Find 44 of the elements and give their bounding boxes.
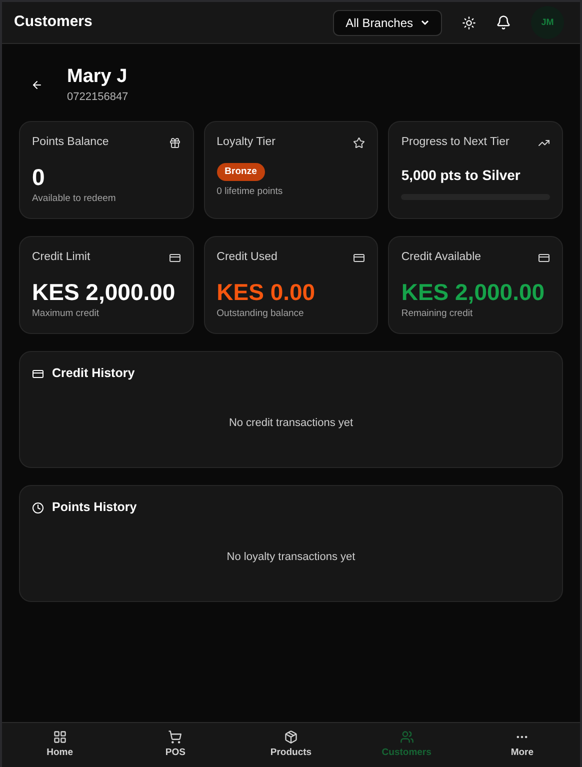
package-icon [284, 730, 298, 744]
clock-icon [32, 502, 44, 514]
stat-label: Progress to Next Tier [401, 135, 510, 150]
stat-note: Outstanding balance [216, 307, 305, 321]
empty-message: No loyalty transactions yet [226, 550, 356, 565]
chevron-down-icon [421, 20, 429, 26]
stat-label: Loyalty Tier [216, 135, 276, 150]
stat-note: Available to redeem [32, 192, 117, 206]
stat-label: Credit Available [401, 250, 482, 266]
grid-icon [52, 730, 67, 744]
branch-select[interactable]: All Branches [332, 10, 442, 36]
stat-value: KES 2,000.00 [32, 278, 176, 307]
stat-label: Credit Used [216, 250, 278, 266]
credit-card-icon [353, 252, 366, 264]
stat-note: 0 lifetime points [216, 185, 283, 199]
customer-phone: 0722156847 [67, 90, 128, 105]
section-title: Credit History [52, 365, 135, 382]
tier-badge: Bronze [216, 162, 265, 181]
nav-tab[interactable]: Products [233, 723, 349, 767]
star-icon [353, 136, 366, 149]
stat-value: KES 0.00 [216, 278, 316, 307]
stat-note: Remaining credit [401, 307, 474, 321]
nav-tab[interactable]: More [464, 723, 580, 767]
stat-value: 0 [32, 163, 46, 192]
credit-card-icon [168, 252, 181, 264]
stat-value: 5,000 pts to Silver [401, 166, 522, 186]
page-title: Customers [14, 12, 92, 32]
stat-note: Maximum credit [32, 307, 100, 321]
empty-message: No credit transactions yet [228, 416, 354, 431]
customer-name: Mary J [67, 65, 128, 89]
notifications-icon[interactable] [496, 15, 511, 30]
users-icon [400, 730, 414, 744]
nav-tab[interactable]: Home [2, 723, 118, 767]
stat-label: Points Balance [32, 135, 109, 150]
stat-value: KES 2,000.00 [401, 278, 546, 307]
gift-icon [168, 136, 181, 149]
credit-card-icon [32, 368, 44, 380]
section-title: Points History [52, 499, 137, 516]
nav-tab[interactable]: POS [118, 723, 234, 767]
theme-toggle-icon[interactable] [462, 16, 476, 30]
stat-label: Credit Limit [32, 250, 90, 266]
back-icon[interactable] [31, 79, 43, 92]
cart-icon [168, 730, 182, 744]
credit-card-icon [538, 252, 550, 264]
